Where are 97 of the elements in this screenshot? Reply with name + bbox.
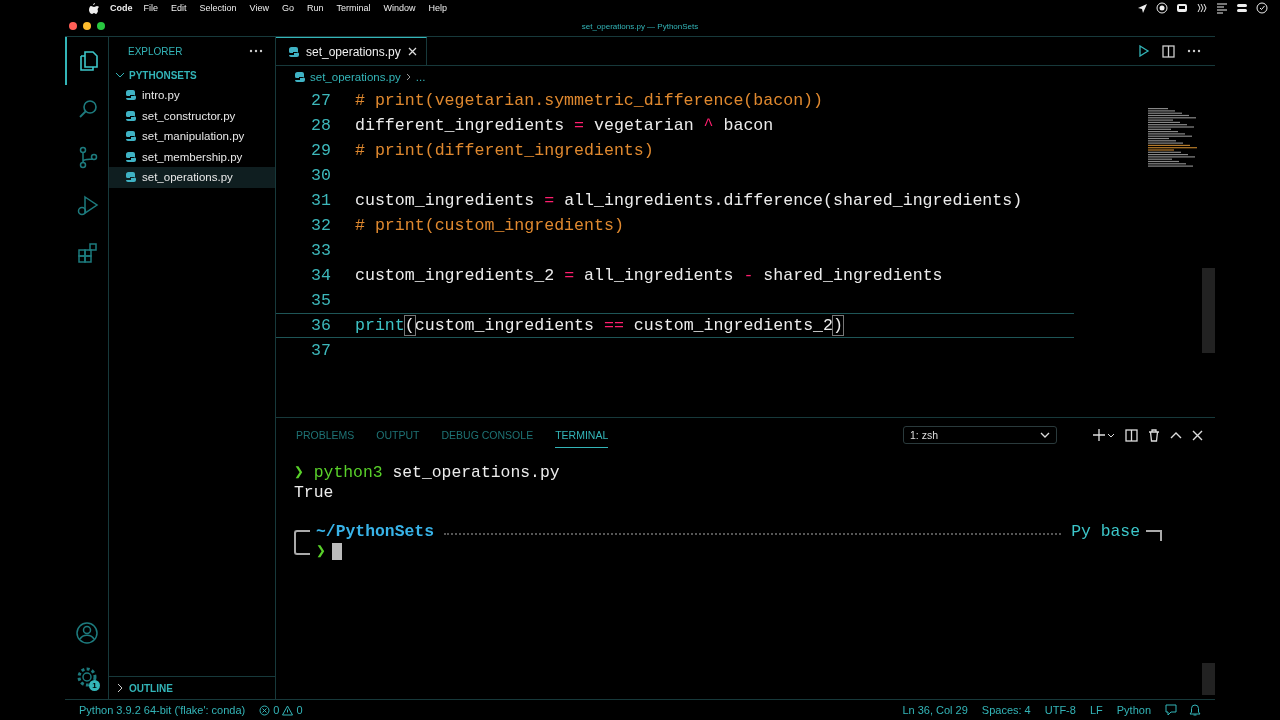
chevron-icon [115,70,125,80]
status-item[interactable]: Python [1116,704,1151,716]
breadcrumb-item[interactable]: ... [415,71,426,83]
prompt-path: ~/PythonSets [316,521,435,541]
status-item[interactable]: Spaces: 4 [981,704,1031,716]
problems-status[interactable]: 0 0 [259,704,303,716]
terminal-cursor [331,542,342,560]
trash-icon[interactable] [1148,428,1160,442]
status-item[interactable]: UTF-8 [1044,704,1076,716]
explorer-entry[interactable]: set_operations.py [109,167,275,188]
python-icon [294,71,306,83]
panel-tab[interactable]: TERMINAL [555,422,609,448]
interpreter-status[interactable]: Python 3.9.2 64-bit ('flake': conda) [79,704,246,716]
line-number: 36 [310,316,332,335]
prompt-symbol: ❯ [294,462,304,482]
code-line: different_ingredients = vegetarian ^ bacon [355,116,774,135]
minimize-window-button[interactable] [83,22,91,30]
prompt-frame [1146,530,1162,541]
text-lines-icon[interactable] [1216,2,1228,14]
python-icon [125,130,137,143]
panel-tab[interactable]: PROBLEMS [296,423,355,447]
breadcrumb-item[interactable]: set_operations.py [310,71,401,83]
line-number: 34 [310,266,332,285]
run-icon[interactable] [1138,45,1150,57]
explorer-entry[interactable]: set_manipulation.py [109,126,275,147]
chevron-down-icon [1040,431,1050,439]
menu-item[interactable]: Go [281,3,294,13]
explorer-entry[interactable]: intro.py [109,85,275,106]
chevron-icon [115,683,125,693]
menu-item[interactable]: Help [428,3,447,13]
zoom-window-button[interactable] [97,22,105,30]
terminal-command: python3 set_operations.py [312,462,560,482]
prompt-symbol: ❯ [316,541,326,561]
run-debug-icon [75,193,100,217]
split-terminal-icon[interactable] [1125,428,1138,442]
line-number: 29 [310,141,332,160]
extensions-icon [75,241,100,265]
code-line: # print(vegetarian.symmetric_difference(bacon)) [355,91,824,110]
feedback-icon[interactable] [1165,704,1177,716]
explorer-entry[interactable]: set_constructor.py [109,105,275,126]
python-icon [125,109,137,122]
line-number: 30 [310,166,332,185]
record-icon[interactable] [1156,2,1168,14]
sidebar-title: EXPLORER [128,45,183,57]
code-line: custom_ingredients_2 = all_ingredients - shared_ingredients [355,266,943,285]
menu-item[interactable]: Terminal [336,3,371,13]
chevron-icon [404,73,412,81]
status-item[interactable]: Ln 36, Col 29 [902,704,968,716]
line-number: 35 [310,291,332,310]
outline-section[interactable]: OUTLINE [109,676,275,699]
toggles-icon[interactable] [1236,2,1248,14]
prompt-environment: Py base [1071,521,1140,541]
python-icon [125,171,137,184]
terminal-output: True [294,482,335,502]
terminal-select[interactable]: 1: zsh [903,426,1057,444]
menu-item[interactable]: Window [383,3,416,13]
apple-logo-icon [86,2,100,14]
close-icon[interactable] [1192,429,1203,441]
menu-item[interactable]: File [143,3,158,13]
code-line: # print(different_ingredients) [355,141,654,160]
line-number: 37 [310,341,332,360]
warning-icon [282,704,294,716]
error-icon [259,704,271,716]
folder-item[interactable]: PYTHONSETS [109,65,275,85]
split-editor-icon[interactable] [1162,44,1175,58]
menu-item[interactable]: View [249,3,269,13]
bell-icon[interactable] [1189,704,1201,716]
line-number: 28 [310,116,332,135]
line-number: 27 [310,91,332,110]
code-line: # print(custom_ingredients) [355,216,624,235]
prompt-frame [294,530,310,555]
notification-badge: 1 [89,680,100,691]
line-number: 31 [310,191,332,210]
line-number: 32 [310,216,332,235]
menu-item[interactable]: Run [306,3,324,13]
python-icon [125,150,137,163]
check-circle-icon[interactable] [1256,2,1268,14]
explorer-entry[interactable]: set_membership.py [109,146,275,167]
account-icon[interactable] [74,621,99,645]
menu-item[interactable]: Selection [199,3,237,13]
status-item[interactable]: LF [1089,704,1103,716]
code-line: custom_ingredients = all_ingredients.difference(shared_ingredients) [355,191,1023,210]
panel-tab[interactable]: DEBUG CONSOLE [441,423,534,447]
app-menu[interactable]: Code [110,3,133,13]
line-number: 33 [310,241,332,260]
python-icon [125,89,137,102]
panel-tab[interactable]: OUTPUT [376,423,420,447]
close-window-button[interactable] [69,22,77,30]
python-icon [288,45,300,58]
add-terminal-icon[interactable] [1093,429,1115,441]
window-title: set_operations.py — PythonSets [580,21,700,31]
menu-item[interactable]: Edit [171,3,187,13]
code-line: print(custom_ingredients == custom_ingredients_2) [355,316,843,335]
close-icon[interactable] [406,46,418,57]
editor-tab[interactable]: set_operations.py [276,37,427,65]
display-icon[interactable] [1176,2,1188,14]
location-arrow-icon[interactable] [1137,2,1148,14]
